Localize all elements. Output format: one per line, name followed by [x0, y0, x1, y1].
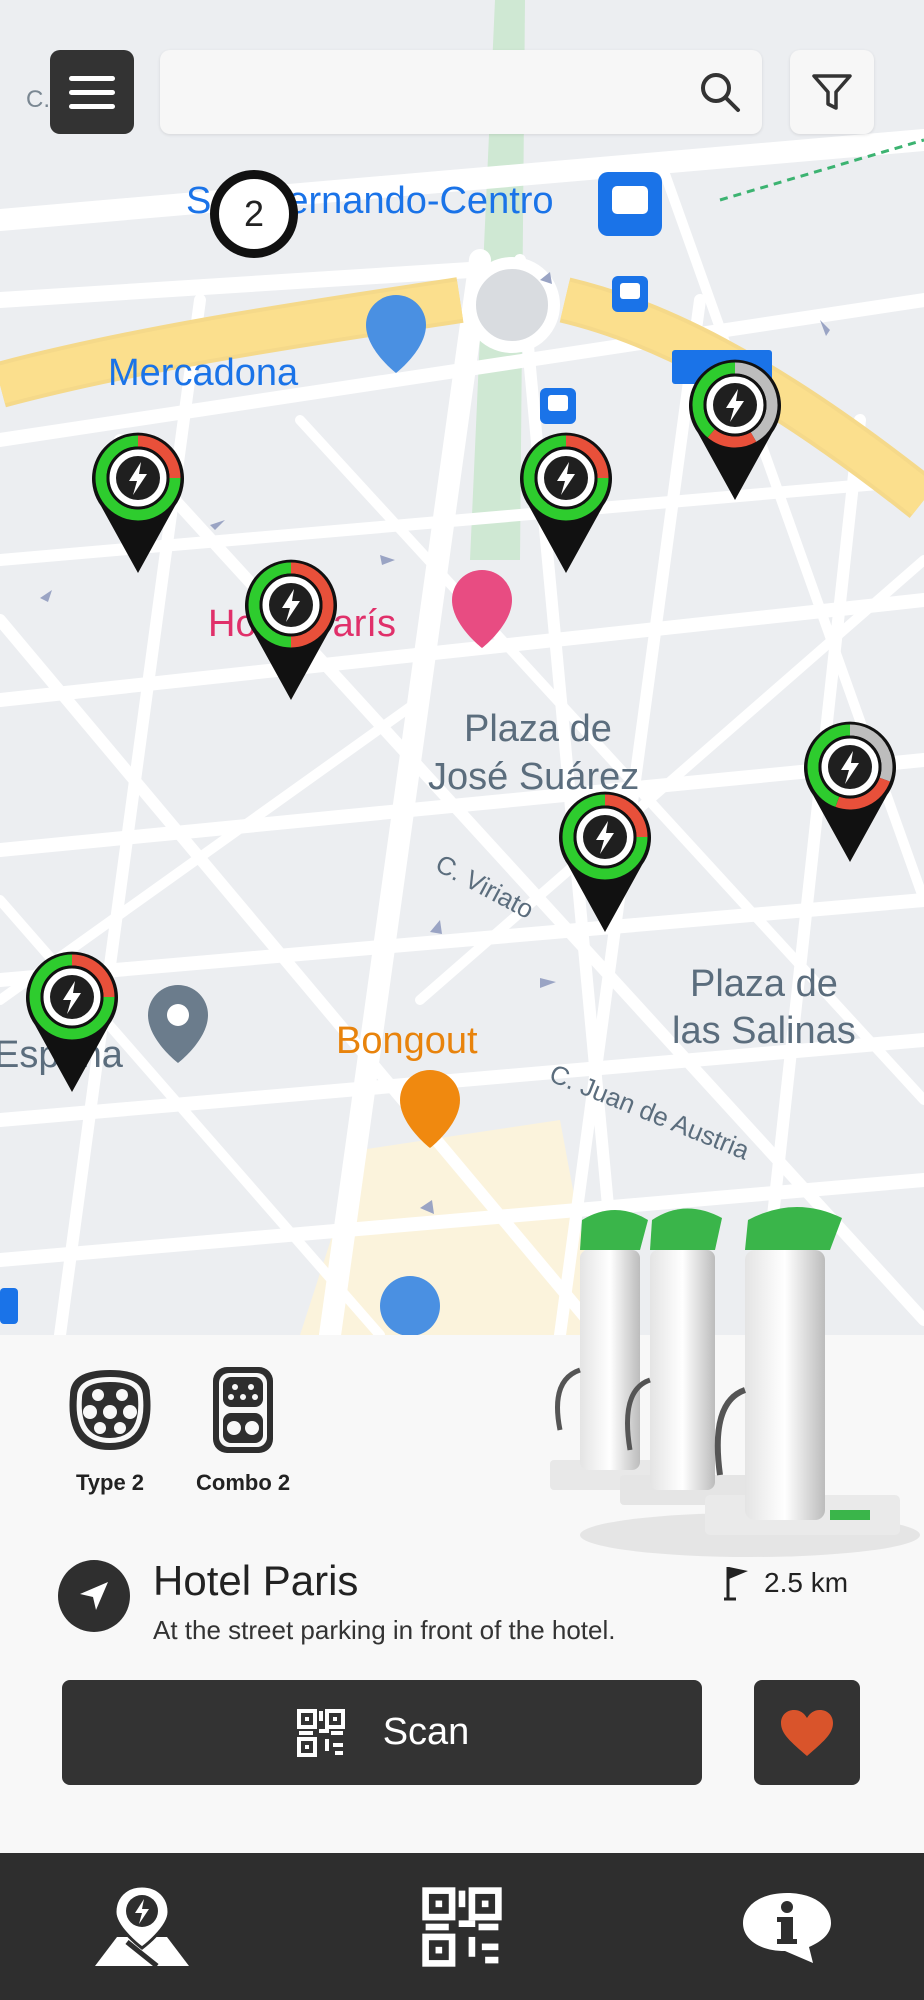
connector-type2[interactable]: Type 2	[60, 1365, 160, 1496]
connector-label: Combo 2	[196, 1470, 291, 1495]
charging-station-pin[interactable]	[550, 787, 660, 937]
charging-stations-illustration	[550, 1206, 920, 1557]
search-icon[interactable]	[698, 70, 742, 114]
info-icon	[743, 1892, 831, 1963]
connector-combo2[interactable]: Combo 2	[196, 1365, 290, 1496]
menu-icon-bar	[69, 89, 115, 95]
navigation-arrow-icon	[80, 1582, 108, 1610]
station-description: At the street parking in front of the ho…	[153, 1615, 616, 1645]
charging-pin-marker	[689, 359, 781, 500]
search-input[interactable]	[180, 50, 684, 136]
station-details-panel: Type 2 Combo 2 Hotel Paris At the street…	[0, 1206, 924, 1853]
favorite-button[interactable]	[754, 1680, 860, 1785]
charging-station-pin[interactable]	[83, 428, 193, 578]
search-bar	[160, 50, 762, 136]
charging-pin-marker	[245, 559, 337, 700]
charging-pin-marker	[520, 432, 612, 573]
charging-station-pin[interactable]	[680, 355, 790, 505]
map-view[interactable]: San Fernando-Centro Mercadona Hotel Parí…	[0, 0, 924, 1335]
cluster-marker[interactable]: 2	[210, 170, 298, 258]
charging-pin-marker	[804, 721, 896, 862]
charging-pin-marker	[92, 432, 184, 573]
charging-station-pin[interactable]	[795, 717, 905, 867]
charging-pin-marker	[559, 791, 651, 932]
type2-connector-icon	[69, 1370, 151, 1450]
map-pin-icon	[95, 1883, 189, 1968]
map-label-plaza-salinas-2: las Salinas	[672, 1010, 856, 1052]
qr-code-icon	[422, 1886, 502, 1967]
filter-icon	[812, 74, 852, 110]
charging-station-pin[interactable]	[17, 947, 127, 1097]
qr-code-icon	[296, 1708, 345, 1757]
nav-info-button[interactable]	[687, 1853, 887, 2000]
charging-pin-marker	[26, 951, 118, 1092]
scan-label: Scan	[382, 1711, 470, 1753]
filter-button[interactable]	[790, 50, 874, 134]
map-label-bongout: Bongout	[336, 1020, 478, 1062]
charging-station-pin[interactable]	[236, 555, 346, 705]
heart-icon	[781, 1709, 833, 1756]
connector-label: Type 2	[75, 1470, 145, 1495]
bottom-navigation	[0, 1853, 924, 2000]
distance-value: 2.5 km	[764, 1567, 849, 1598]
map-label-plaza-salinas-1: Plaza de	[690, 963, 838, 1005]
menu-icon-bar	[69, 103, 115, 109]
charging-station-pin[interactable]	[511, 428, 621, 578]
map-label-mercadona: Mercadona	[108, 352, 299, 394]
menu-icon-bar	[69, 75, 115, 81]
flag-icon	[724, 1567, 748, 1601]
combo2-connector-icon	[213, 1367, 274, 1453]
nav-scan-button[interactable]	[362, 1853, 562, 2000]
distance-info: 2.5 km	[722, 1563, 848, 1603]
nav-map-button[interactable]	[42, 1853, 242, 2000]
navigate-button[interactable]	[58, 1560, 130, 1632]
menu-button[interactable]	[50, 50, 134, 134]
map-label-plaza-jose-1: Plaza de	[464, 708, 612, 750]
station-name: Hotel Paris	[153, 1557, 359, 1604]
scan-button[interactable]: Scan	[62, 1680, 702, 1785]
